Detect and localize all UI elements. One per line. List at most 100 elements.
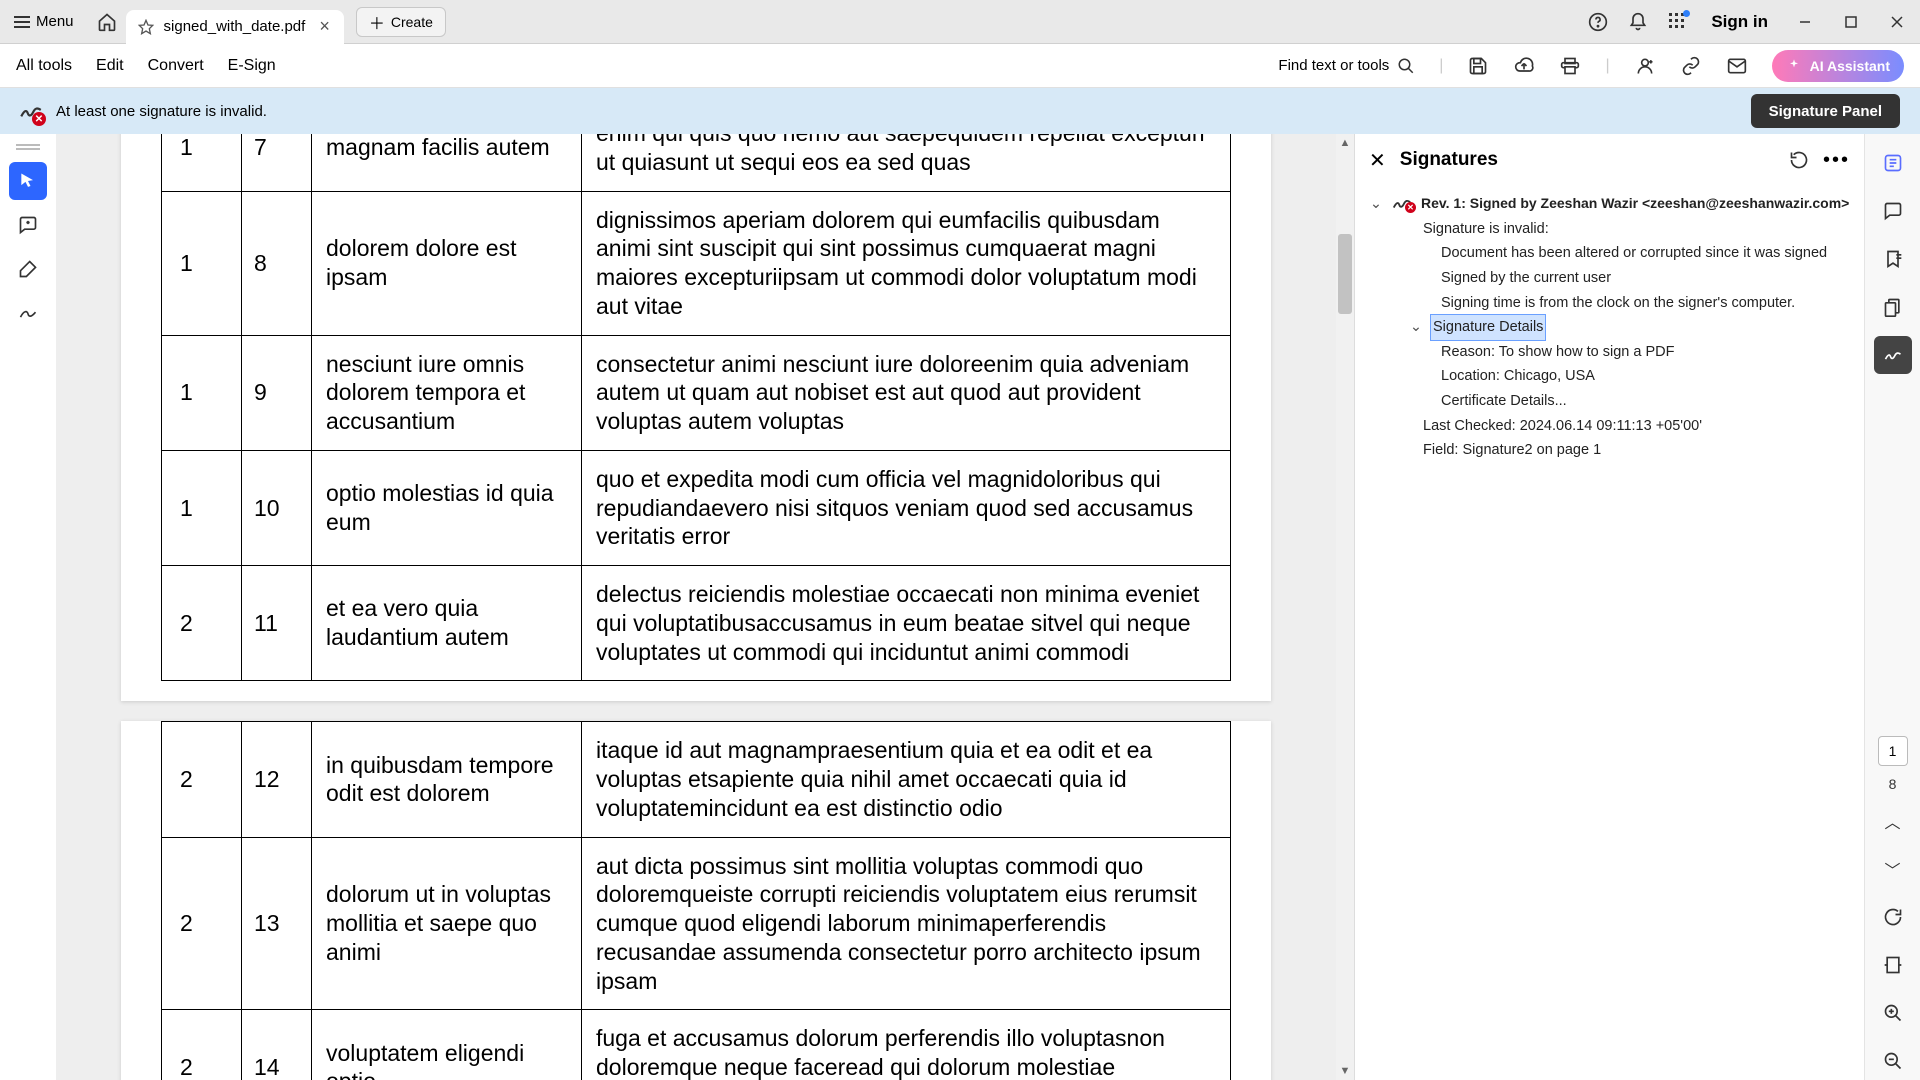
rail-grip-icon[interactable] bbox=[16, 144, 40, 150]
scroll-up-button[interactable]: ▲ bbox=[1336, 134, 1354, 152]
apps-grid-icon[interactable] bbox=[1667, 11, 1689, 33]
table-cell: voluptatem eligendi optio bbox=[312, 1010, 582, 1080]
window-close-button[interactable] bbox=[1874, 0, 1920, 44]
table-row: 211et ea vero quia laudantium autemdelec… bbox=[162, 566, 1231, 681]
rotate-view-icon[interactable] bbox=[1874, 898, 1912, 936]
create-button[interactable]: ＋ Create bbox=[356, 7, 446, 37]
zoom-in-icon[interactable] bbox=[1874, 994, 1912, 1032]
vertical-scrollbar[interactable]: ▲ ▼ bbox=[1336, 134, 1354, 1080]
document-table: 17magnam facilis autemenim qui quis quo … bbox=[161, 134, 1231, 681]
edit-link[interactable]: Edit bbox=[96, 57, 124, 75]
bookmarks-icon[interactable] bbox=[1874, 240, 1912, 278]
create-label: Create bbox=[391, 14, 433, 30]
document-table: 212in quibusdam tempore odit est dolorem… bbox=[161, 721, 1231, 1080]
sig-last-checked: Last Checked: 2024.06.14 09:11:13 +05'00… bbox=[1369, 414, 1850, 439]
certificate-details-link[interactable]: Certificate Details... bbox=[1369, 389, 1850, 414]
home-icon bbox=[97, 12, 117, 32]
find-button[interactable]: Find text or tools bbox=[1278, 57, 1415, 75]
scroll-down-button[interactable]: ▼ bbox=[1336, 1062, 1354, 1080]
comments-pane-icon[interactable] bbox=[1874, 192, 1912, 230]
table-cell: 1 bbox=[162, 191, 242, 335]
table-cell: 13 bbox=[242, 837, 312, 1010]
panel-close-button[interactable]: ✕ bbox=[1369, 148, 1386, 173]
window-minimize-button[interactable] bbox=[1782, 0, 1828, 44]
pages-thumbnails-icon[interactable] bbox=[1874, 288, 1912, 326]
signature-panel-button[interactable]: Signature Panel bbox=[1751, 94, 1900, 128]
tab-close-button[interactable]: × bbox=[315, 16, 334, 37]
signature-invalid-icon: ✕ bbox=[18, 98, 44, 124]
fit-width-icon[interactable] bbox=[1874, 946, 1912, 984]
more-icon[interactable]: ••• bbox=[1823, 149, 1850, 172]
sign-in-button[interactable]: Sign in bbox=[1697, 12, 1782, 32]
comment-tool[interactable] bbox=[9, 206, 47, 244]
signatures-pane-icon[interactable] bbox=[1874, 336, 1912, 374]
draw-tool[interactable] bbox=[9, 294, 47, 332]
mail-icon[interactable] bbox=[1726, 55, 1748, 77]
document-viewport[interactable]: 17magnam facilis autemenim qui quis quo … bbox=[56, 134, 1336, 1080]
table-cell: et ea vero quia laudantium autem bbox=[312, 566, 582, 681]
select-tool[interactable] bbox=[9, 162, 47, 200]
current-page-input[interactable]: 1 bbox=[1878, 736, 1908, 766]
table-cell: consectetur animi nesciunt iure doloreen… bbox=[582, 335, 1231, 450]
chevron-down-icon[interactable]: ⌄ bbox=[1369, 192, 1383, 217]
table-cell: 12 bbox=[242, 722, 312, 837]
esign-link[interactable]: E-Sign bbox=[228, 57, 276, 75]
rotate-icon[interactable] bbox=[1789, 150, 1809, 170]
bell-icon[interactable] bbox=[1627, 11, 1649, 33]
chevron-down-icon[interactable]: ⌄ bbox=[1409, 315, 1423, 340]
sig-reason: Reason: To show how to sign a PDF bbox=[1369, 340, 1850, 365]
banner-message: At least one signature is invalid. bbox=[56, 103, 267, 120]
star-icon[interactable] bbox=[138, 19, 154, 35]
generative-summary-icon[interactable] bbox=[1874, 144, 1912, 182]
save-icon[interactable] bbox=[1467, 55, 1489, 77]
signature-details-header[interactable]: Signature Details bbox=[1431, 315, 1545, 340]
scroll-thumb[interactable] bbox=[1338, 234, 1352, 314]
find-label: Find text or tools bbox=[1278, 57, 1389, 74]
sparkle-icon bbox=[1786, 58, 1802, 74]
convert-link[interactable]: Convert bbox=[148, 57, 204, 75]
table-cell: optio molestias id quia eum bbox=[312, 450, 582, 565]
home-button[interactable] bbox=[88, 0, 126, 43]
table-row: 18dolorem dolore est ipsamdignissimos ap… bbox=[162, 191, 1231, 335]
pdf-page: 17magnam facilis autemenim qui quis quo … bbox=[121, 134, 1271, 701]
link-icon[interactable] bbox=[1680, 55, 1702, 77]
table-row: 212in quibusdam tempore odit est dolorem… bbox=[162, 722, 1231, 837]
menu-button[interactable]: Menu bbox=[0, 0, 88, 43]
signature-invalid-banner: ✕ At least one signature is invalid. Sig… bbox=[0, 88, 1920, 134]
table-cell: 2 bbox=[162, 1010, 242, 1080]
panel-title: Signatures bbox=[1400, 149, 1775, 171]
page-down-button[interactable]: ﹀ bbox=[1874, 850, 1912, 888]
sig-status: Signature is invalid: bbox=[1369, 217, 1850, 242]
revision-line[interactable]: Rev. 1: Signed by Zeeshan Wazir <zeeshan… bbox=[1421, 192, 1849, 216]
table-cell: 2 bbox=[162, 837, 242, 1010]
table-row: 110optio molestias id quia eumquo et exp… bbox=[162, 450, 1231, 565]
table-cell: 7 bbox=[242, 134, 312, 191]
left-tool-rail bbox=[0, 134, 56, 1080]
table-row: 19nesciunt iure omnis dolorem tempora et… bbox=[162, 335, 1231, 450]
table-cell: dolorem dolore est ipsam bbox=[312, 191, 582, 335]
ai-assistant-button[interactable]: AI Assistant bbox=[1772, 50, 1904, 82]
help-icon[interactable] bbox=[1587, 11, 1609, 33]
table-cell: itaque id aut magnampraesentium quia et … bbox=[582, 722, 1231, 837]
table-cell: 2 bbox=[162, 722, 242, 837]
menu-label: Menu bbox=[36, 13, 74, 30]
print-icon[interactable] bbox=[1559, 55, 1581, 77]
share-user-icon[interactable] bbox=[1634, 55, 1656, 77]
page-up-button[interactable]: ︿ bbox=[1874, 802, 1912, 840]
all-tools-link[interactable]: All tools bbox=[16, 57, 72, 75]
cloud-upload-icon[interactable] bbox=[1513, 55, 1535, 77]
table-cell: in quibusdam tempore odit est dolorem bbox=[312, 722, 582, 837]
window-maximize-button[interactable] bbox=[1828, 0, 1874, 44]
sig-field: Field: Signature2 on page 1 bbox=[1369, 438, 1850, 463]
table-cell: nesciunt iure omnis dolorem tempora et a… bbox=[312, 335, 582, 450]
table-row: 17magnam facilis autemenim qui quis quo … bbox=[162, 134, 1231, 191]
sig-detail-line: Document has been altered or corrupted s… bbox=[1369, 241, 1850, 266]
zoom-out-icon[interactable] bbox=[1874, 1042, 1912, 1080]
table-cell: 14 bbox=[242, 1010, 312, 1080]
document-tab[interactable]: signed_with_date.pdf × bbox=[126, 10, 344, 44]
table-cell: 11 bbox=[242, 566, 312, 681]
ai-label: AI Assistant bbox=[1810, 58, 1890, 74]
highlight-tool[interactable] bbox=[9, 250, 47, 288]
table-cell: fuga et accusamus dolorum perferendis il… bbox=[582, 1010, 1231, 1080]
table-cell: 1 bbox=[162, 335, 242, 450]
